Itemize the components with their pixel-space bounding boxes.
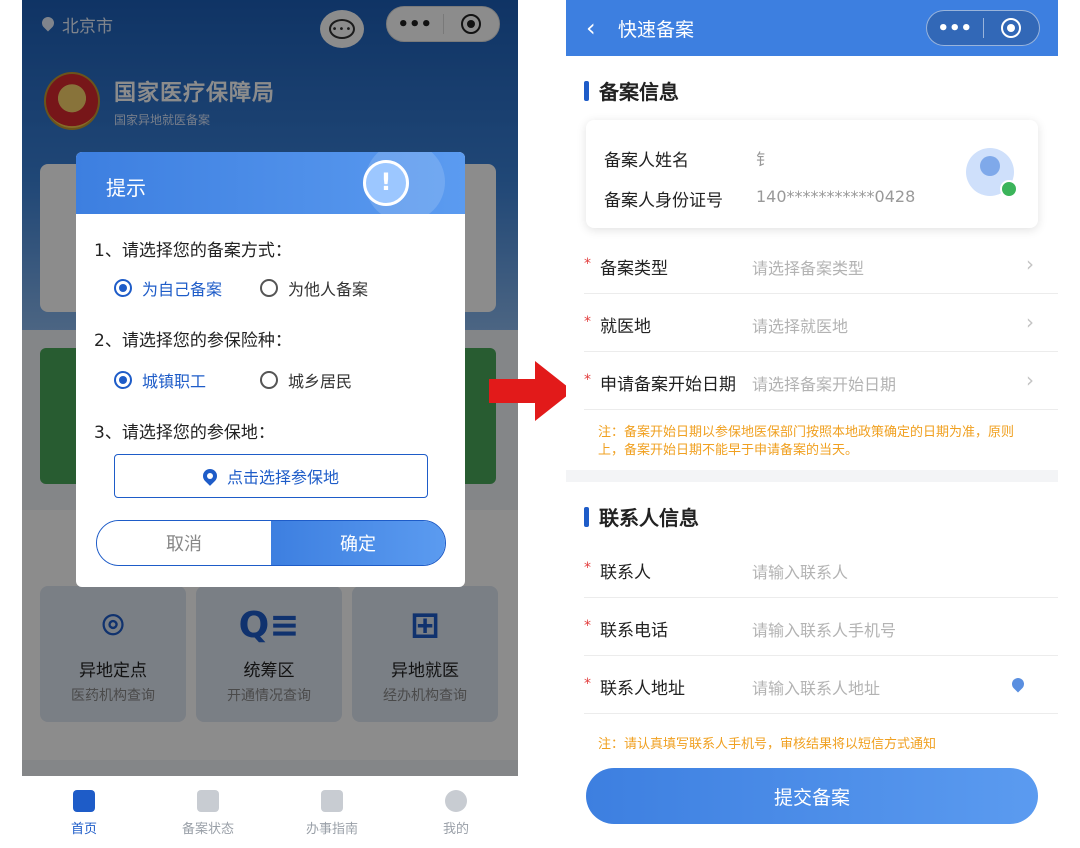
- nav-header: ‹ 快速备案 •••: [566, 0, 1058, 56]
- field-label: 就医地: [600, 317, 651, 337]
- required-asterisk: *: [584, 560, 591, 576]
- section-title-filing-info: 备案信息: [584, 76, 679, 105]
- question-insurance-type: 2、请选择您的参保险种：: [94, 331, 292, 351]
- tab-label: 备案状态: [181, 822, 234, 837]
- applicant-id-value: 140***********0428: [756, 187, 916, 206]
- radio-checked-icon: [114, 371, 132, 389]
- tab-label: 我的: [442, 822, 469, 837]
- radio-checked-icon: [114, 279, 132, 297]
- filing-method-options: 为自己备案 为他人备案: [114, 276, 368, 300]
- confirm-button[interactable]: 确定: [271, 521, 445, 565]
- avatar: [966, 148, 1018, 198]
- field-label: 联系电话: [600, 621, 668, 641]
- target-circle-icon: [1001, 18, 1022, 38]
- field-label: 申请备案开始日期: [600, 375, 736, 395]
- home-icon: [73, 790, 95, 812]
- radio-label: 城乡居民: [288, 372, 353, 391]
- verified-check-icon: [1000, 180, 1018, 198]
- select-insured-location-button[interactable]: 点击选择参保地: [114, 454, 428, 498]
- radio-unchecked-icon: [260, 279, 279, 297]
- tab-label: 首页: [70, 822, 97, 837]
- required-asterisk: *: [584, 256, 591, 272]
- required-asterisk: *: [584, 372, 591, 388]
- user-icon: [445, 790, 467, 812]
- tab-filing-status[interactable]: 备案状态: [146, 776, 270, 848]
- field-label: 联系人: [600, 563, 651, 583]
- required-asterisk: *: [584, 618, 591, 634]
- section-divider: [566, 470, 1058, 482]
- radio-label: 为他人备案: [288, 280, 369, 299]
- section-title-text: 备案信息: [599, 80, 679, 104]
- submit-filing-button[interactable]: 提交备案: [586, 768, 1038, 824]
- location-pin-icon[interactable]: [1009, 675, 1027, 693]
- field-placeholder: 请输入联系人手机号: [752, 621, 897, 640]
- insurance-type-options: 城镇职工 城乡居民: [114, 368, 352, 392]
- right-phone-quick-filing: ‹ 快速备案 ••• 备案信息 备案人姓名 钅 备案人身份证号 140*****…: [566, 0, 1058, 848]
- field-contact-phone[interactable]: * 联系电话 请输入联系人手机号: [584, 598, 1058, 656]
- dialog-header: 提示 !: [76, 152, 465, 222]
- select-location-label: 点击选择参保地: [226, 468, 339, 487]
- applicant-info-card: 备案人姓名 钅 备案人身份证号 140***********0428: [586, 120, 1038, 228]
- chevron-right-icon: ›: [1026, 252, 1034, 276]
- bottom-tab-bar: 首页 备案状态 办事指南 我的: [22, 776, 518, 848]
- contact-phone-note: 注：请认真填写联系人手机号，审核结果将以短信方式通知: [598, 737, 937, 752]
- radio-urban-rural-resident[interactable]: 城乡居民: [260, 368, 352, 392]
- section-accent-bar: [584, 80, 589, 101]
- field-placeholder: 请输入联系人: [752, 563, 849, 582]
- back-chevron-icon[interactable]: ‹: [586, 14, 596, 42]
- tab-profile[interactable]: 我的: [394, 776, 518, 848]
- field-placeholder: 请选择备案开始日期: [752, 375, 897, 394]
- section-accent-bar: [584, 506, 589, 527]
- field-contact-address[interactable]: * 联系人地址 请输入联系人地址: [584, 656, 1058, 714]
- section-title-text: 联系人信息: [599, 506, 699, 530]
- applicant-id-label: 备案人身份证号: [604, 191, 723, 211]
- field-placeholder: 请选择就医地: [752, 317, 849, 336]
- cancel-button[interactable]: 取消: [97, 521, 271, 565]
- filing-method-dialog: 提示 ! 1、请选择您的备案方式： 为自己备案 为他人备案 2、请选择您的参保险…: [76, 152, 465, 587]
- screenshot-stage: 北京市 ••• ••• 国家医疗保障局 国家异地就医备案 ⌾ 异地定点 医药机构…: [0, 0, 1080, 848]
- radio-self-filing[interactable]: 为自己备案: [114, 276, 222, 300]
- start-date-note: 注：备案开始日期以参保地医保部门按照本地政策确定的日期为准，原则上，备案开始日期…: [598, 425, 1015, 458]
- radio-label: 为自己备案: [142, 280, 223, 299]
- question-filing-method: 1、请选择您的备案方式：: [94, 241, 292, 261]
- field-label: 联系人地址: [600, 679, 685, 699]
- required-asterisk: *: [584, 676, 591, 692]
- page-title: 快速备案: [618, 19, 695, 41]
- radio-unchecked-icon: [260, 371, 279, 389]
- close-miniprogram-button[interactable]: [984, 18, 1040, 38]
- applicant-name-value: 钅: [756, 150, 773, 169]
- field-treatment-location[interactable]: * 就医地 请选择就医地 ›: [584, 294, 1058, 352]
- shield-icon: [197, 790, 219, 812]
- field-contact-name[interactable]: * 联系人 请输入联系人: [584, 540, 1058, 598]
- red-arrow-icon: [489, 361, 573, 421]
- chevron-right-icon: ›: [1026, 310, 1034, 334]
- field-placeholder: 请输入联系人地址: [752, 679, 881, 698]
- field-filing-type[interactable]: * 备案类型 请选择备案类型 ›: [584, 236, 1058, 294]
- lightbulb-icon: !: [363, 160, 409, 206]
- tab-guide[interactable]: 办事指南: [270, 776, 394, 848]
- chevron-right-icon: ›: [1026, 368, 1034, 392]
- dialog-actions: 取消 确定: [96, 520, 446, 566]
- radio-other-filing[interactable]: 为他人备案: [260, 276, 368, 300]
- applicant-name-label: 备案人姓名: [604, 151, 689, 171]
- required-asterisk: *: [584, 314, 591, 330]
- field-placeholder: 请选择备案类型: [752, 259, 865, 278]
- tab-label: 办事指南: [305, 822, 358, 837]
- field-start-date[interactable]: * 申请备案开始日期 请选择备案开始日期 ›: [584, 352, 1058, 410]
- document-icon: [321, 790, 343, 812]
- left-phone-home-screen: 北京市 ••• ••• 国家医疗保障局 国家异地就医备案 ⌾ 异地定点 医药机构…: [22, 0, 518, 848]
- location-pin-icon: [200, 466, 220, 486]
- section-title-contact-info: 联系人信息: [584, 502, 699, 531]
- tab-home[interactable]: 首页: [22, 776, 146, 848]
- radio-urban-employee[interactable]: 城镇职工: [114, 368, 206, 392]
- miniprogram-capsule: •••: [926, 10, 1040, 46]
- radio-label: 城镇职工: [142, 372, 207, 391]
- field-label: 备案类型: [600, 259, 668, 279]
- question-insured-location: 3、请选择您的参保地：: [94, 423, 275, 443]
- dialog-title: 提示: [106, 176, 146, 200]
- more-menu-icon[interactable]: •••: [927, 18, 983, 39]
